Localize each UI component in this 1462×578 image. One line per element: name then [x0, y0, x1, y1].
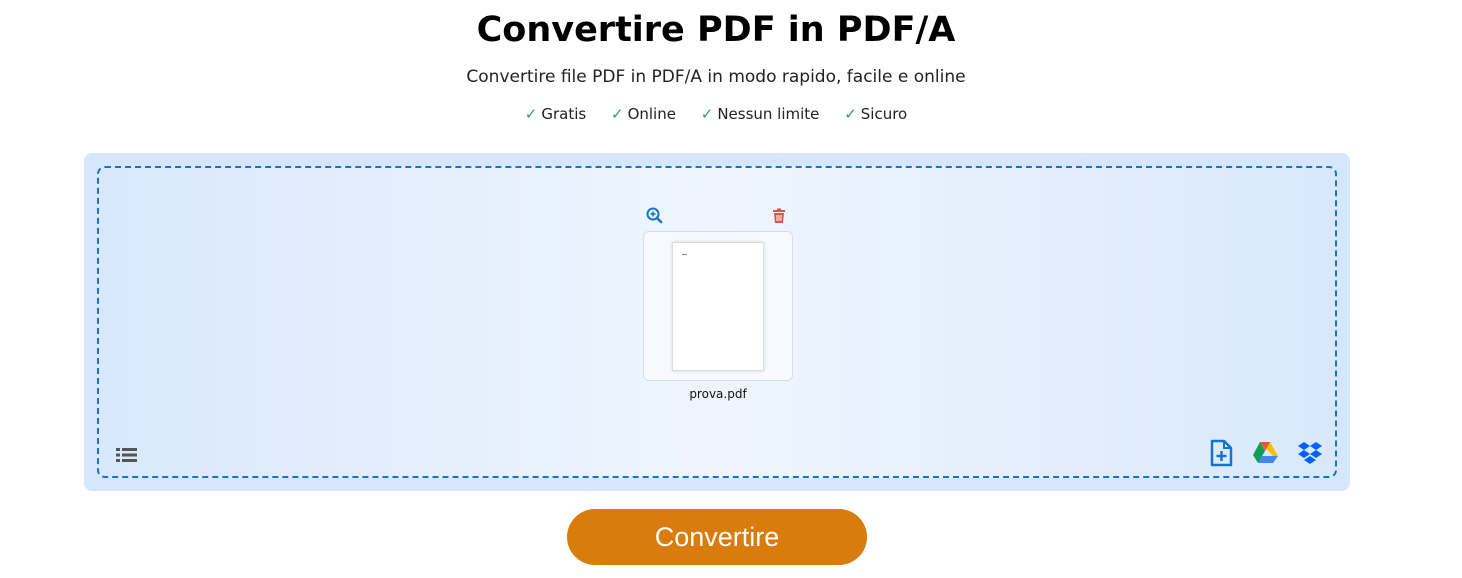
list-view-button[interactable]: [114, 444, 140, 466]
zoom-in-icon: [646, 207, 663, 224]
feature-label: Online: [627, 105, 676, 123]
pdf-thumbnail: [672, 242, 764, 371]
upload-area: prova.pdf: [84, 153, 1350, 491]
check-icon: ✓: [524, 105, 538, 123]
feature-label: Sicuro: [860, 105, 908, 123]
feature-label: Nessun limite: [717, 105, 820, 123]
thumbnail-text-line: [682, 254, 687, 255]
feature-item-gratis: ✓ Gratis: [525, 105, 586, 123]
check-icon: ✓: [844, 105, 857, 123]
file-name: prova.pdf: [689, 387, 747, 401]
dropbox-button[interactable]: [1296, 440, 1324, 466]
zoom-in-button[interactable]: [645, 206, 665, 226]
feature-list: ✓ Gratis ✓ Online ✓ Nessun limite ✓ Sicuro: [0, 105, 1432, 123]
google-drive-icon: [1253, 442, 1278, 463]
convert-button[interactable]: Convertire: [567, 509, 867, 565]
check-icon: ✓: [610, 105, 624, 123]
google-drive-button[interactable]: [1251, 440, 1279, 466]
page-title: Convertire PDF in PDF/A: [476, 10, 956, 50]
add-file-icon: [1210, 439, 1233, 467]
page: Convertire PDF in PDF/A Convertire file …: [0, 0, 1462, 578]
feature-item-online: ✓ Online: [611, 105, 676, 123]
feature-item-sicuro: ✓ Sicuro: [844, 105, 907, 123]
feature-item-nessun-limite: ✓ Nessun limite: [701, 105, 820, 123]
dropzone[interactable]: prova.pdf: [97, 166, 1337, 478]
feature-label: Gratis: [541, 105, 587, 123]
check-icon: ✓: [700, 105, 714, 123]
trash-icon: [773, 208, 785, 223]
file-card[interactable]: [643, 231, 793, 381]
page-subtitle: Convertire file PDF in PDF/A in modo rap…: [466, 67, 966, 87]
list-icon: [116, 448, 137, 462]
dropbox-icon: [1298, 442, 1322, 464]
add-file-button[interactable]: [1207, 438, 1235, 468]
delete-file-button[interactable]: [769, 206, 789, 226]
